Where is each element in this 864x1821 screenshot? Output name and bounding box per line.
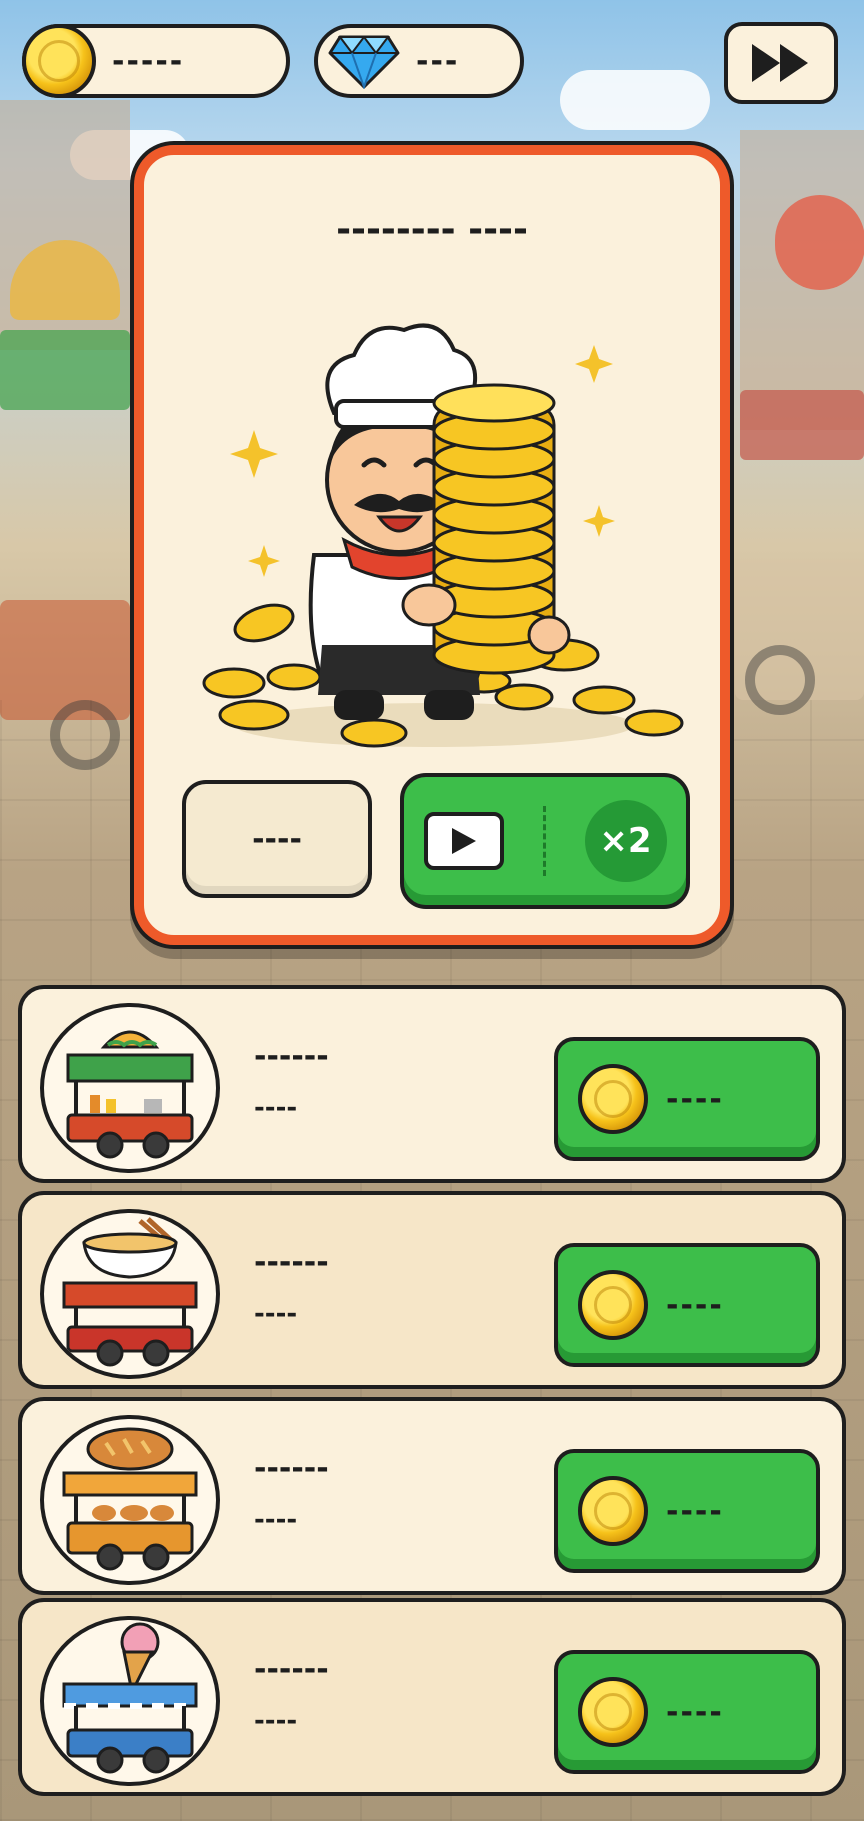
cart-price: ---- [666, 1287, 724, 1323]
cart-name: ------ [254, 1039, 329, 1074]
gold-coin-icon [578, 1677, 648, 1747]
cart-name: ------ [254, 1652, 329, 1687]
cart-name: ------ [254, 1245, 329, 1280]
reward-panel: -------- ---- ---- ×2 [134, 145, 730, 945]
bakery-cart-icon [40, 1415, 220, 1585]
gem-balance-display: --- [314, 24, 524, 98]
button-divider [542, 806, 546, 876]
cart-price: ---- [666, 1694, 724, 1730]
cart-income-rate: ---- [254, 1299, 298, 1329]
reward-title: -------- ---- [336, 209, 528, 250]
coin-balance-value: ----- [112, 43, 185, 79]
noodle-cart-icon [40, 1209, 220, 1379]
cart-income-rate: ---- [254, 1706, 298, 1736]
chef-coins-illustration [202, 323, 684, 748]
play-video-icon [423, 812, 504, 870]
gold-coin-icon [578, 1270, 648, 1340]
cart-price: ---- [666, 1493, 724, 1529]
x2-multiplier-badge: ×2 [584, 800, 667, 882]
buy-cart-button[interactable]: ---- [554, 1449, 820, 1573]
taco-cart-icon [40, 1003, 220, 1173]
cart-income-rate: ---- [254, 1505, 298, 1535]
ice-cream-cart-icon [40, 1616, 220, 1786]
cart-income-rate: ---- [254, 1093, 298, 1123]
gold-coin-icon [578, 1064, 648, 1134]
fast-forward-icon [752, 44, 808, 82]
gold-coin-icon [578, 1476, 648, 1546]
gem-balance-value: --- [416, 43, 460, 79]
cart-price: ---- [666, 1081, 724, 1117]
gold-coin-icon [22, 24, 96, 98]
watch-ad-double-button[interactable]: ×2 [400, 773, 690, 909]
cart-row-noodle: ------ ---- ---- [18, 1191, 846, 1389]
cart-row-bakery: ------ ---- ---- [18, 1397, 846, 1595]
cart-row-taco: ------ ---- ---- [18, 985, 846, 1183]
skip-button[interactable]: ---- [182, 780, 372, 898]
cart-row-ice-cream: ------ ---- ---- [18, 1598, 846, 1796]
buy-cart-button[interactable]: ---- [554, 1650, 820, 1774]
buy-cart-button[interactable]: ---- [554, 1037, 820, 1161]
coin-balance-display: ----- [22, 24, 290, 98]
blue-diamond-icon [328, 35, 400, 89]
fast-forward-button[interactable] [724, 22, 838, 104]
buy-cart-button[interactable]: ---- [554, 1243, 820, 1367]
cart-name: ------ [254, 1451, 329, 1486]
